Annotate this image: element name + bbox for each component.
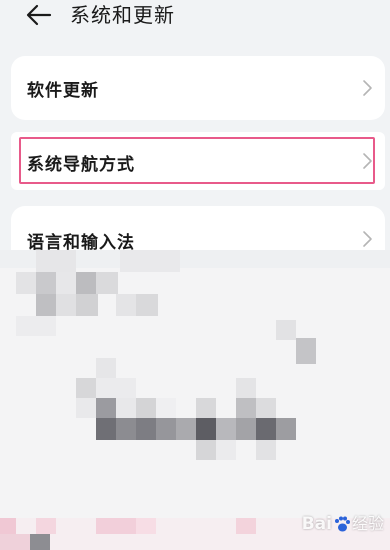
menu-item-label: 软件更新 [27,81,99,101]
header-bar: 系统和更新 [0,0,390,34]
chevron-right-icon [363,80,372,96]
chevron-right-icon [363,231,372,247]
back-arrow-icon[interactable] [24,2,54,28]
baidu-watermark: Bai 经验 [302,510,384,536]
watermark-brand-prefix: Bai [301,514,332,534]
menu-item-software-update[interactable]: 软件更新 [11,56,385,120]
highlight-box [19,137,375,184]
watermark-brand-suffix: 经验 [351,514,384,533]
pixelated-region [0,250,390,550]
paw-icon [334,516,350,532]
page-title: 系统和更新 [70,3,175,27]
